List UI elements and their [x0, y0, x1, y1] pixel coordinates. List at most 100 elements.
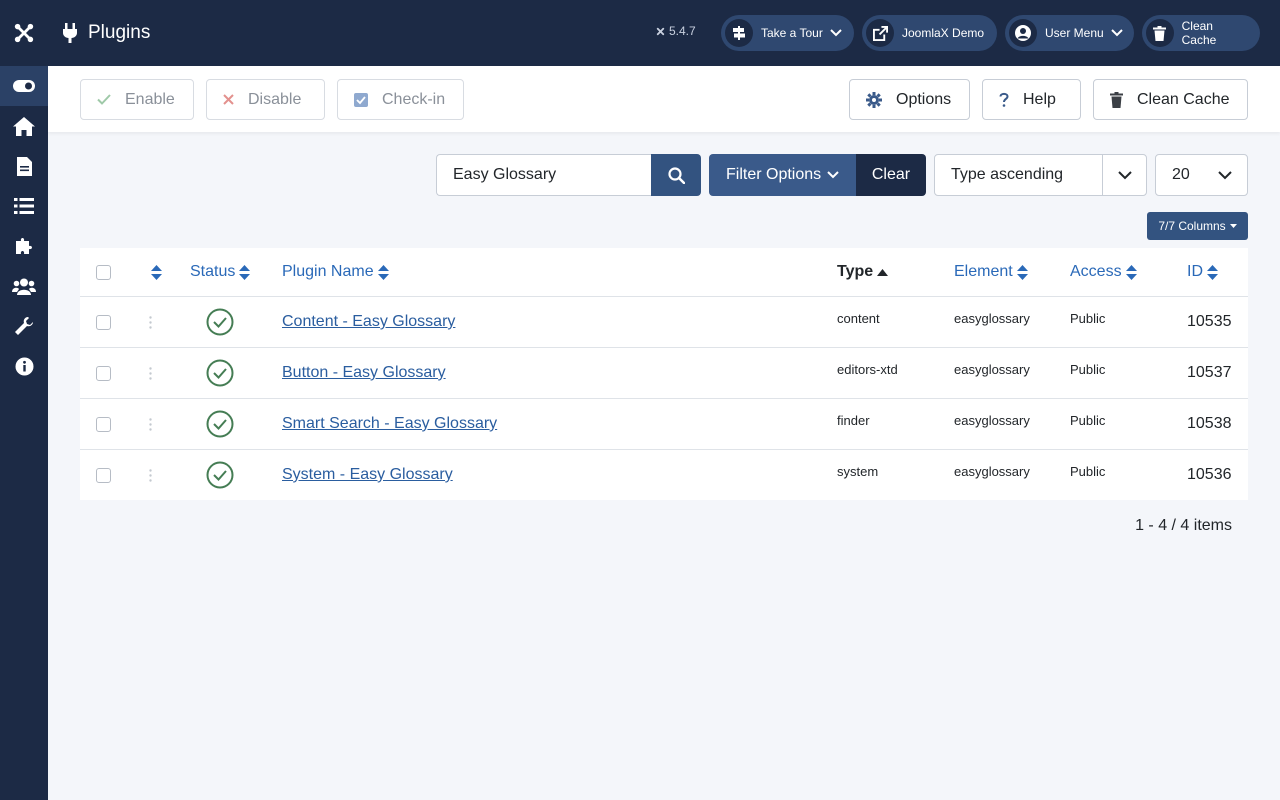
row-checkbox[interactable] [96, 467, 111, 483]
joomla-logo[interactable] [0, 0, 48, 66]
sidebar-item-home[interactable] [0, 106, 48, 146]
user-menu-button[interactable]: User Menu [1005, 15, 1134, 51]
sidebar-item-components[interactable] [0, 226, 48, 266]
plugin-id: 10537 [1187, 364, 1232, 381]
ordering-column-header[interactable] [147, 248, 162, 296]
enable-label: Enable [125, 90, 175, 108]
sort-icon [377, 264, 389, 280]
status-toggle[interactable] [206, 297, 234, 347]
list-icon [14, 198, 34, 214]
options-label: Options [896, 90, 952, 108]
plugin-name-link[interactable]: System - Easy Glossary [282, 466, 453, 484]
gear-icon [866, 91, 882, 108]
type-column-header[interactable]: Type [837, 248, 889, 296]
sidebar [0, 66, 48, 800]
status-column-header[interactable]: Status [190, 248, 251, 296]
help-label: Help [1023, 90, 1056, 108]
clean-cache-button[interactable]: Clean Cache [1093, 79, 1248, 120]
row-checkbox[interactable] [96, 314, 111, 330]
sidebar-item-content[interactable] [0, 146, 48, 186]
select-all-cell [96, 248, 111, 296]
sidebar-item-help[interactable] [0, 346, 48, 386]
table-row: Button - Easy Glossary editors-xtd easyg… [80, 348, 1248, 399]
id-header-label: ID [1187, 263, 1203, 280]
id-column-header[interactable]: ID [1187, 248, 1218, 296]
ordering-select[interactable]: Type ascending [934, 154, 1147, 196]
sidebar-item-menus[interactable] [0, 186, 48, 226]
version-text: 5.4.7 [669, 24, 696, 38]
search-icon [667, 166, 685, 184]
help-button[interactable]: Help [982, 79, 1081, 120]
plugin-type: editors-xtd [837, 361, 898, 377]
element-column-header[interactable]: Element [954, 248, 1028, 296]
plugin-id: 10536 [1187, 466, 1232, 483]
question-icon [999, 92, 1009, 107]
limit-select[interactable]: 20 [1155, 154, 1248, 196]
sidebar-item-system[interactable] [0, 306, 48, 346]
filter-options-button[interactable]: Filter Options [709, 154, 857, 196]
access-column-header[interactable]: Access [1070, 248, 1137, 296]
status-toggle[interactable] [206, 399, 234, 449]
signpost-icon [725, 19, 753, 47]
chevron-down-icon [830, 29, 842, 37]
plugin-type: content [837, 310, 880, 326]
search-input[interactable] [436, 154, 652, 196]
plugin-name-column-header[interactable]: Plugin Name [282, 248, 389, 296]
header-clean-cache-button[interactable]: Clean Cache [1142, 15, 1260, 51]
table-row: System - Easy Glossary system easyglossa… [80, 450, 1248, 501]
users-icon [12, 278, 36, 295]
sidebar-item-users[interactable] [0, 266, 48, 306]
table-row: Content - Easy Glossary content easyglos… [80, 297, 1248, 348]
clean-cache-label: Clean Cache [1137, 90, 1230, 108]
published-check-icon [206, 410, 234, 438]
disable-button[interactable]: Disable [206, 79, 325, 120]
plugins-table: Status Plugin Name Type Element Access I… [80, 248, 1248, 500]
options-button[interactable]: Options [849, 79, 970, 120]
row-checkbox[interactable] [96, 416, 111, 432]
access-header-label: Access [1070, 263, 1122, 280]
drag-handle[interactable] [149, 450, 152, 500]
clear-button[interactable]: Clear [856, 154, 926, 196]
check-icon [97, 94, 111, 105]
search-button[interactable] [651, 154, 701, 196]
disable-label: Disable [248, 90, 302, 108]
clear-label: Clear [871, 166, 911, 183]
type-header-label: Type [837, 263, 874, 280]
sort-icon [1207, 264, 1218, 280]
status-toggle[interactable] [206, 348, 234, 398]
select-all-checkbox[interactable] [96, 264, 111, 280]
info-icon [15, 357, 33, 375]
plugin-name-link[interactable]: Content - Easy Glossary [282, 313, 455, 331]
plug-icon [63, 23, 77, 43]
plugin-name-link[interactable]: Smart Search - Easy Glossary [282, 415, 497, 433]
enable-button[interactable]: Enable [80, 79, 194, 120]
plugin-access: Public [1070, 412, 1106, 428]
trash-icon [1110, 91, 1123, 108]
check-in-button[interactable]: Check-in [337, 79, 464, 120]
plugin-element: easyglossary [954, 412, 1030, 428]
drag-handle-icon [149, 417, 152, 431]
drag-handle[interactable] [149, 399, 152, 449]
drag-handle[interactable] [149, 348, 152, 398]
version-badge: 5.4.7 [655, 24, 696, 38]
status-toggle[interactable] [206, 450, 234, 500]
columns-button[interactable]: 7/7 Columns [1147, 212, 1248, 240]
sidebar-toggle-menu[interactable] [0, 66, 48, 106]
columns-label: 7/7 Columns [1158, 219, 1226, 233]
plugin-element: easyglossary [954, 463, 1030, 479]
sort-icon [239, 264, 251, 280]
plugin-name-link[interactable]: Button - Easy Glossary [282, 364, 446, 382]
take-a-tour-button[interactable]: Take a Tour [721, 15, 854, 51]
chevron-down-icon [1110, 29, 1123, 37]
drag-handle-icon [149, 315, 152, 329]
joomlax-demo-label: JoomlaX Demo [902, 26, 985, 40]
plugin-name-header-label: Plugin Name [282, 263, 374, 280]
row-checkbox[interactable] [96, 365, 111, 381]
home-icon [13, 116, 35, 136]
drag-handle[interactable] [149, 297, 152, 347]
joomlax-demo-button[interactable]: JoomlaX Demo [862, 15, 997, 51]
plugin-access: Public [1070, 310, 1106, 326]
toolbar: Enable Disable Check-in Options Help Cle… [48, 66, 1280, 132]
check-in-label: Check-in [382, 90, 446, 108]
plugin-element: easyglossary [954, 310, 1030, 326]
